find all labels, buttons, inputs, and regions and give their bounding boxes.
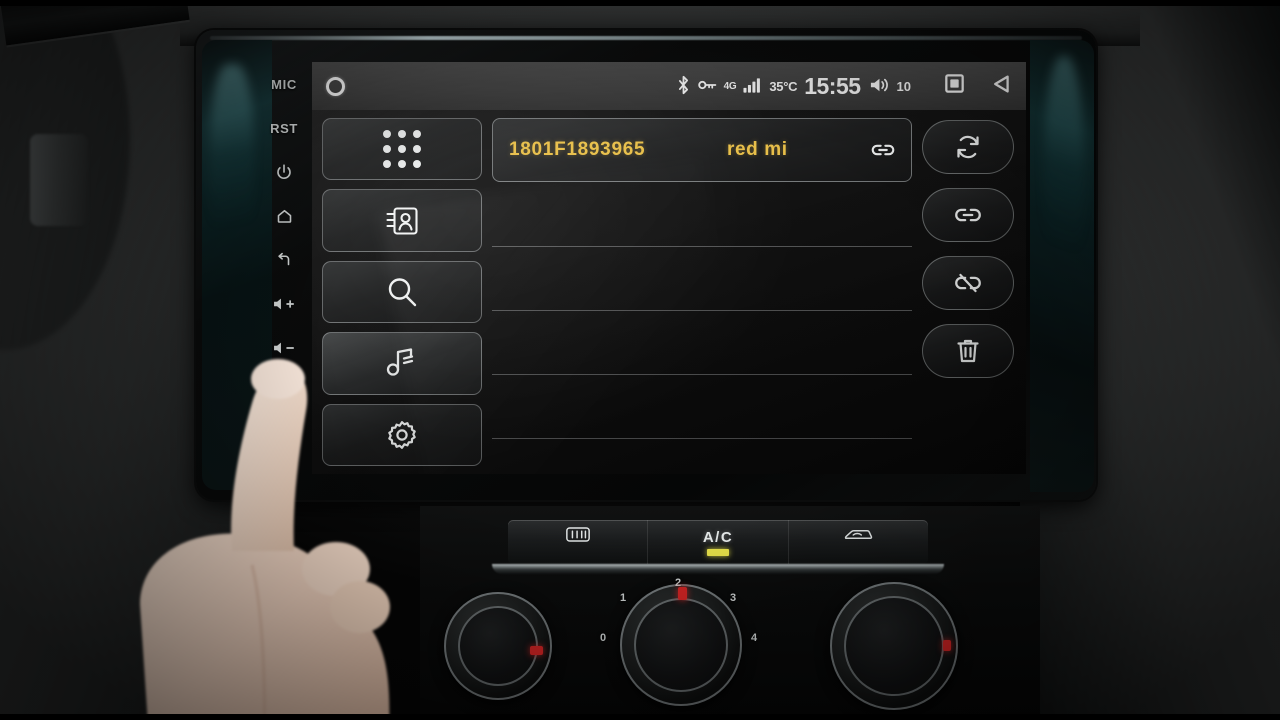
menu-item-search[interactable]	[322, 260, 482, 324]
triangle-back-icon[interactable]	[992, 74, 1012, 99]
air-distribution-knob[interactable]	[830, 582, 958, 710]
contacts-icon	[384, 204, 420, 238]
square-icon[interactable]	[945, 74, 964, 98]
back-button[interactable]	[258, 238, 310, 282]
reset-button-label: RST	[270, 120, 298, 136]
mic-button-label: MIC	[271, 76, 297, 92]
device-row-empty-4[interactable]	[492, 375, 912, 439]
device-row-empty-1[interactable]	[492, 183, 912, 247]
volume-level-label: 10	[896, 78, 911, 94]
knuckle	[330, 581, 390, 633]
device-name: red mi	[727, 139, 788, 160]
volume-down-icon	[271, 340, 297, 356]
ac-button-label: A/C	[702, 528, 734, 546]
hand-pointing	[140, 359, 390, 720]
connect-button[interactable]	[922, 188, 1014, 242]
rear-defrost-icon	[565, 526, 591, 548]
bezel-chrome-trim	[210, 36, 1082, 40]
power-button[interactable]	[258, 150, 310, 194]
action-rail	[920, 116, 1016, 466]
paired-device-list: 1801F1893965 red mi	[492, 116, 912, 466]
bluetooth-icon	[676, 75, 691, 98]
fan-mark-0: 0	[600, 632, 607, 644]
clock-label: 15:55	[804, 72, 861, 99]
letterbox-bottom	[0, 714, 1280, 720]
volume-up-icon	[271, 296, 297, 312]
ac-button[interactable]: A/C	[648, 520, 789, 564]
status-bar-indicators: 4G 35°C 15:55 10	[676, 73, 911, 100]
fan-speed-knob-pointer	[678, 587, 687, 600]
home-icon	[275, 207, 294, 225]
fan-mark-3: 3	[730, 592, 737, 604]
device-row-empty-3[interactable]	[492, 311, 912, 375]
temperature-label: 35°C	[769, 78, 798, 94]
air-distribution-knob-pointer	[943, 640, 951, 651]
volume-up-button[interactable]	[258, 282, 310, 326]
air-recirculation-button[interactable]	[789, 520, 928, 564]
air-vent-toggle[interactable]	[30, 134, 88, 226]
device-row-empty-2[interactable]	[492, 247, 912, 311]
refresh-icon	[953, 133, 983, 161]
fan-mark-1: 1	[620, 592, 627, 604]
device-row-paired[interactable]: 1801F1893965 red mi	[492, 118, 912, 182]
status-bar: 4G 35°C 15:55 10	[312, 62, 1026, 110]
fan-mark-4: 4	[751, 632, 758, 644]
disconnect-button[interactable]	[922, 256, 1014, 310]
ac-led	[706, 548, 729, 556]
fingertip	[251, 359, 305, 399]
car-dashboard-scene: MIC RST 4G 35°C 15:55 10 1801F1893965 re…	[0, 0, 1280, 720]
climate-button-bar: A/C	[508, 520, 928, 564]
mic-button[interactable]: MIC	[258, 62, 310, 106]
rear-defrost-button[interactable]	[508, 520, 649, 564]
device-mac-address: 1801F1893965	[509, 139, 646, 160]
home-button[interactable]	[258, 194, 310, 238]
bezel-right	[1030, 40, 1094, 492]
fan-speed-knob[interactable]: 0 1 2 3 4	[600, 577, 757, 706]
signal-bars-icon	[743, 77, 762, 96]
climate-chrome-trim	[492, 564, 944, 574]
link-icon	[952, 202, 984, 228]
power-icon	[275, 163, 293, 181]
vpn-key-icon	[697, 78, 717, 94]
hardware-button-column: MIC RST	[258, 62, 310, 372]
circle-icon[interactable]	[326, 76, 345, 96]
navigation-buttons	[945, 74, 1012, 99]
menu-item-dialpad[interactable]	[322, 118, 482, 181]
unlink-icon	[952, 270, 984, 296]
speaker-icon	[868, 76, 890, 97]
trash-icon	[955, 337, 981, 365]
rear-defrost-led	[567, 551, 589, 558]
link-icon[interactable]	[869, 139, 897, 161]
climate-control-panel: A/C 0 1 2 3 4	[420, 506, 1040, 720]
temperature-knob-pointer	[530, 646, 543, 655]
recirculation-led	[847, 551, 869, 558]
network-type-label: 4G	[723, 80, 737, 92]
letterbox-top	[0, 0, 1280, 6]
refresh-scan-button[interactable]	[922, 120, 1014, 174]
delete-button[interactable]	[922, 324, 1014, 378]
menu-item-contacts[interactable]	[322, 189, 482, 252]
status-bar-left	[326, 76, 386, 96]
search-icon	[384, 274, 420, 310]
recirculation-icon	[842, 526, 874, 548]
back-arrow-icon	[274, 251, 294, 269]
dialpad-icon	[383, 130, 421, 169]
reset-button[interactable]: RST	[258, 106, 310, 150]
